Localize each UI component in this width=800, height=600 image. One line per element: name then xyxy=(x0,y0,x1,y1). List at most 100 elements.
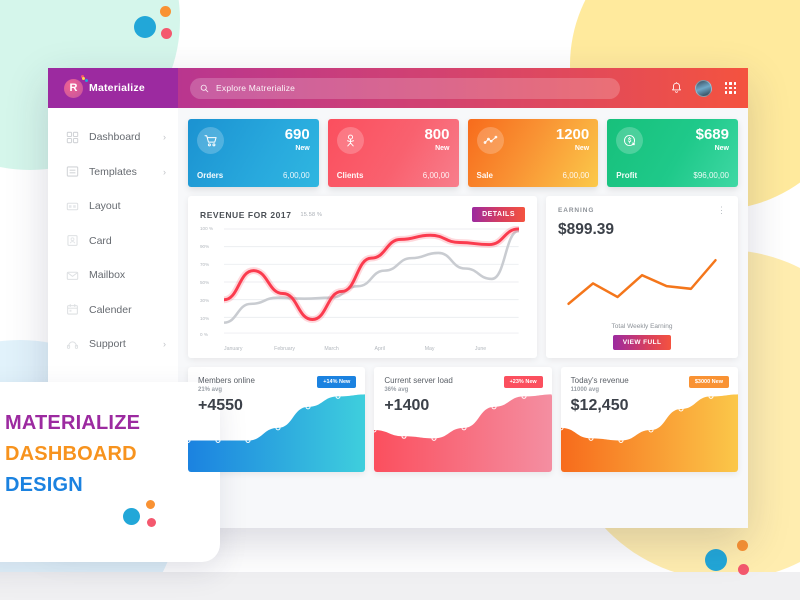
stat-amount: 6,00,00 xyxy=(422,171,450,180)
mini-value: $12,450 xyxy=(570,397,629,414)
x-tick: January xyxy=(224,346,243,352)
y-tick: 10% xyxy=(200,316,210,321)
x-tick: March xyxy=(324,346,339,352)
sidebar-label-mailbox: Mailbox xyxy=(89,269,126,282)
support-icon xyxy=(66,341,79,349)
stat-value-block: 690 New xyxy=(285,127,310,152)
stat-new-label: New xyxy=(295,145,310,152)
list-lines-icon xyxy=(66,166,79,177)
chevron-right-icon: › xyxy=(163,339,166,350)
sidebar-label-card: Card xyxy=(89,234,112,247)
sidebar-item-support[interactable]: Support › xyxy=(48,327,178,362)
revenue-chart: 100 % 90% 70% 50% 30% 10% 0 % January Fe… xyxy=(200,226,525,352)
stat-value: 800 xyxy=(424,126,450,143)
mini-title: Today's revenue xyxy=(570,376,629,385)
stat-title: Clients xyxy=(336,171,364,180)
revenue-header: REVENUE FOR 2017 15.58 % DETAILS xyxy=(200,207,525,222)
y-tick: 100 % xyxy=(200,226,214,231)
kebab-menu-icon[interactable]: ⋮ xyxy=(717,206,726,215)
stat-amount: 6,00,00 xyxy=(283,171,310,180)
earning-header: EARNING ⋮ xyxy=(558,206,726,215)
layout-icon xyxy=(66,202,79,211)
stat-amount: 6,00,00 xyxy=(562,171,590,180)
header-icon-group xyxy=(671,79,736,97)
sidebar-item-card[interactable]: Card xyxy=(48,224,178,259)
line-graph-icon xyxy=(476,127,504,154)
promo-dot-pink xyxy=(147,518,156,527)
search-placeholder: Explore Matrerialize xyxy=(216,83,296,93)
stat-new-label: New xyxy=(574,145,590,152)
bg-bottom-strip xyxy=(0,572,800,600)
stat-top: 800 New xyxy=(336,126,450,154)
sidebar-label-templates: Templates xyxy=(89,165,137,178)
dollar-arrow-icon xyxy=(616,127,644,154)
series-revenue xyxy=(224,227,519,321)
deco-dot-orange-top xyxy=(160,6,171,17)
mini-card-todays-revenue[interactable]: Today's revenue 11000 avg $3000 New $12,… xyxy=(560,367,738,472)
stat-card-clients[interactable]: 800 New Clients 6,00,00 xyxy=(327,119,459,187)
revenue-x-axis: January February March April May June xyxy=(224,346,525,352)
revenue-plot xyxy=(224,226,519,334)
stat-card-sale[interactable]: 1200 New Sale 6,00,00 xyxy=(467,119,599,187)
revenue-panel: REVENUE FOR 2017 15.58 % DETAILS 100 % 9… xyxy=(188,196,537,358)
mini-title: Members online xyxy=(198,376,255,385)
deco-dot-orange-bottom xyxy=(737,540,748,551)
stat-bottom: Sale 6,00,00 xyxy=(477,171,590,180)
stat-title: Profit xyxy=(616,171,638,180)
apps-grid-icon[interactable] xyxy=(724,82,736,94)
chevron-right-icon: › xyxy=(163,166,166,177)
x-tick: February xyxy=(274,346,295,352)
x-tick: June xyxy=(474,346,487,352)
promo-line-3: DESIGN xyxy=(5,474,83,496)
y-tick: 50% xyxy=(200,280,210,285)
stat-bottom: Orders 6,00,00 xyxy=(197,171,310,180)
sidebar-item-calender[interactable]: Calender xyxy=(48,293,178,328)
details-button[interactable]: DETAILS xyxy=(472,207,525,222)
mini-card-server-load[interactable]: Current server load 36% avg +23% New +14… xyxy=(374,367,552,472)
revenue-y-axis: 100 % 90% 70% 50% 30% 10% 0 % xyxy=(200,226,224,337)
search-input[interactable]: Explore Matrerialize xyxy=(190,77,620,99)
revenue-title: REVENUE FOR 2017 xyxy=(200,209,292,220)
card-icon xyxy=(67,235,78,247)
stat-cards-row: 690 New Orders 6,00,00 800 New Clients 6… xyxy=(188,119,738,187)
earning-value: $899.39 xyxy=(558,221,615,238)
app-header: R Materialize Explore Matrerialize xyxy=(48,68,748,108)
y-tick: 70% xyxy=(200,262,210,267)
envelope-icon xyxy=(66,271,79,280)
promo-overlay-card: MATERIALIZE DASHBOARD DESIGN xyxy=(0,382,220,562)
deco-dot-pink-top xyxy=(161,28,172,39)
view-full-button[interactable]: VIEW FULL xyxy=(612,335,672,350)
stat-card-orders[interactable]: 690 New Orders 6,00,00 xyxy=(188,119,319,187)
user-avatar[interactable] xyxy=(694,79,712,97)
brand-name: Materialize xyxy=(89,82,145,94)
stat-card-profit[interactable]: $689 New Profit $96,00,00 xyxy=(607,119,738,187)
sidebar-item-layout[interactable]: Layout xyxy=(48,189,178,224)
mini-card-header: Today's revenue 11000 avg $3000 New xyxy=(561,367,738,393)
sidebar-item-mailbox[interactable]: Mailbox xyxy=(48,258,178,293)
status-badge: $3000 New xyxy=(688,376,729,388)
deco-dot-blue-top xyxy=(134,16,156,38)
earning-line xyxy=(567,258,717,306)
mini-card-titles: Current server load 36% avg xyxy=(384,376,452,393)
sidebar-item-templates[interactable]: Templates › xyxy=(48,155,178,190)
chevron-right-icon: › xyxy=(163,132,166,143)
stat-title: Orders xyxy=(197,171,224,180)
sidebar-label-layout: Layout xyxy=(89,200,121,213)
brand-logo[interactable]: R Materialize xyxy=(48,68,178,108)
stat-title: Sale xyxy=(476,171,493,180)
earning-caption: Total Weekly Earning xyxy=(611,323,673,330)
bell-icon[interactable] xyxy=(671,82,682,94)
sidebar-label-support: Support xyxy=(89,338,126,351)
sidebar-label-dashboard: Dashboard xyxy=(89,131,141,144)
mini-card-members-online[interactable]: Members online 21% avg +14% New +4550 xyxy=(188,367,366,472)
promo-dot-orange xyxy=(146,500,155,509)
calendar-icon xyxy=(67,304,78,315)
stat-value-block: 1200 New xyxy=(556,127,589,152)
stat-top: $689 New xyxy=(616,127,729,154)
stat-new-label: New xyxy=(435,145,450,152)
earning-chart xyxy=(567,258,717,306)
mini-card-titles: Members online 21% avg xyxy=(198,376,255,393)
sidebar-item-dashboard[interactable]: Dashboard › xyxy=(48,120,178,155)
cart-icon xyxy=(197,127,224,154)
x-tick: April xyxy=(374,346,385,352)
